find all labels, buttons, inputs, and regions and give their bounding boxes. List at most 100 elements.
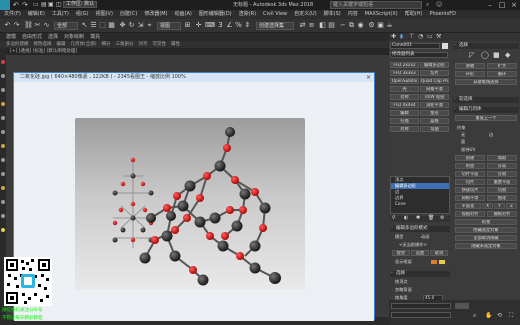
- planar-y-button[interactable]: Y: [494, 203, 505, 209]
- tool-dot-icon[interactable]: [1, 116, 5, 120]
- menu-tools[interactable]: 工具(T): [52, 10, 69, 19]
- rect-select-icon[interactable]: ⬚: [98, 21, 107, 30]
- animation-radio[interactable]: 动画: [421, 234, 429, 240]
- ribbon-tab-modeling[interactable]: 建模: [6, 33, 16, 41]
- attach-button[interactable]: 附加: [455, 163, 485, 169]
- ribbon-geometry-all[interactable]: 几何体(全部): [71, 41, 97, 48]
- modifier-edit-poly-button[interactable]: 编辑多边形: [420, 62, 449, 68]
- align-icon[interactable]: ≡: [307, 21, 316, 30]
- view-align-button[interactable]: 视图对齐: [455, 211, 485, 217]
- tool-dot-icon[interactable]: [1, 60, 5, 64]
- hide-selected-button[interactable]: 隐藏选定对象: [455, 227, 517, 233]
- scene-explorer-icon[interactable]: ▤: [327, 21, 336, 30]
- placement-icon[interactable]: ⌖: [145, 21, 154, 30]
- menu-modifiers[interactable]: 修改器(M): [144, 10, 167, 19]
- collapse-button[interactable]: 塌陷: [487, 155, 517, 161]
- modifier-ffd2-button[interactable]: FFD 2x2x2: [390, 62, 419, 68]
- spinner-snap-icon[interactable]: ⇕: [243, 21, 252, 30]
- menu-views[interactable]: 视图(V): [96, 10, 113, 19]
- stack-item-cone[interactable]: Cone: [391, 201, 449, 207]
- render-icon[interactable]: ☕: [385, 21, 394, 30]
- vertex-mode-icon[interactable]: ∴: [457, 51, 461, 59]
- pan-icon[interactable]: ✋: [485, 312, 492, 319]
- object-name-field[interactable]: Cone001: [390, 43, 440, 49]
- hierarchy-tab-icon[interactable]: ⊤: [409, 33, 414, 40]
- modifier-lattice-button[interactable]: 晶格: [420, 118, 449, 124]
- time-field[interactable]: [391, 312, 451, 318]
- modifier-meshsmooth-button[interactable]: 网格平滑: [420, 86, 449, 92]
- curve-editor-icon[interactable]: ∽: [338, 21, 347, 30]
- percent-snap-icon[interactable]: %: [234, 21, 243, 30]
- menu-graph-editors[interactable]: 图形编辑器(D): [199, 10, 232, 19]
- constraint-edge-radio[interactable]: 边: [489, 132, 493, 138]
- menu-group[interactable]: 组(G): [76, 10, 89, 19]
- show-cage-checkbox[interactable]: 显示框架: [395, 259, 412, 265]
- select-by-name-icon[interactable]: ☰: [89, 21, 98, 30]
- modifier-shell-button[interactable]: 壳: [390, 86, 419, 92]
- constraint-face-radio[interactable]: 面: [461, 139, 465, 145]
- close-icon[interactable]: ×: [366, 73, 371, 82]
- select-object-icon[interactable]: ↖: [80, 21, 89, 30]
- selection-set-field[interactable]: [391, 303, 451, 309]
- modifier-turbosmooth-button[interactable]: 涡轮平滑: [420, 102, 449, 108]
- cancel-button[interactable]: 取消: [430, 250, 448, 256]
- angle-snap-icon[interactable]: ∠: [225, 21, 234, 30]
- border-mode-icon[interactable]: ◯: [481, 51, 489, 59]
- modifier-edit-button[interactable]: 编辑: [390, 110, 419, 116]
- create-button[interactable]: 创建: [455, 155, 485, 161]
- reset-plane-button[interactable]: 重置平面: [487, 179, 517, 185]
- tool-dot-icon[interactable]: [1, 130, 5, 134]
- link-icon[interactable]: ⛓: [24, 21, 33, 30]
- menu-content[interactable]: 内容: [348, 10, 358, 19]
- quickslice-button[interactable]: 快速切片: [455, 187, 485, 193]
- planar-z-button[interactable]: Z: [506, 203, 517, 209]
- grow-button[interactable]: 扩大: [487, 63, 517, 69]
- zoom-icon[interactable]: ⌕: [473, 312, 476, 320]
- keyboard-shortcut-icon[interactable]: ⌨: [205, 21, 215, 30]
- render-frame-icon[interactable]: ▣: [376, 21, 385, 30]
- modifier-uvw-map-button[interactable]: UVW 贴图: [420, 94, 449, 100]
- menu-edit[interactable]: 编辑(E): [28, 10, 45, 19]
- remove-modifier-icon[interactable]: 🗑: [428, 215, 434, 221]
- cage-color-swatch[interactable]: [431, 260, 437, 264]
- utilities-tab-icon[interactable]: ⚒: [436, 33, 441, 40]
- modifier-stack[interactable]: 顶点 编辑多边形 边 边界 Cone: [390, 176, 450, 214]
- pivot-center-icon[interactable]: ⊞: [183, 21, 192, 30]
- key-filter-button[interactable]: [455, 303, 469, 309]
- orbit-icon[interactable]: ⟲: [497, 312, 502, 319]
- open-file-icon[interactable]: ▤: [41, 1, 47, 8]
- material-editor-icon[interactable]: ◉: [356, 21, 365, 30]
- ribbon-visibility[interactable]: 可见性: [153, 41, 167, 48]
- ribbon-edit[interactable]: 编辑: [57, 41, 66, 48]
- tool-dot-icon[interactable]: [1, 172, 5, 176]
- menu-create[interactable]: 创建(C): [120, 10, 137, 19]
- rollout-edit-poly-mode[interactable]: 编辑多边形模式: [390, 226, 450, 232]
- relax-button[interactable]: 松弛: [455, 219, 517, 225]
- pin-stack-icon[interactable]: ⚲: [392, 215, 396, 221]
- split-button[interactable]: 分割: [487, 171, 517, 177]
- viewport-label[interactable]: [+] [透视] [标准] [默认明暗处理]: [6, 48, 395, 55]
- menu-civil-view[interactable]: Civil View: [263, 10, 287, 19]
- named-selection-set-dropdown[interactable]: 创建选择集: [256, 22, 294, 30]
- layer-manager-icon[interactable]: ◧: [318, 21, 327, 30]
- show-end-result-icon[interactable]: ◐: [404, 215, 408, 221]
- search-icon[interactable]: ⌕: [426, 1, 429, 9]
- render-setup-icon[interactable]: ⚙: [367, 21, 376, 30]
- menu-scripting[interactable]: 脚本(S): [324, 10, 341, 19]
- mirror-icon[interactable]: ⇄: [298, 21, 307, 30]
- unhide-all-button[interactable]: 全部取消隐藏: [455, 235, 517, 241]
- modifier-ffd3-button[interactable]: FFD 3x3x3: [390, 70, 419, 76]
- polygon-mode-icon[interactable]: ■: [493, 51, 500, 59]
- modifier-list-dropdown[interactable]: 修改器列表: [390, 52, 448, 58]
- modifier-symmetry2-button[interactable]: 对称: [390, 126, 419, 132]
- save-icon[interactable]: ▣: [48, 1, 54, 8]
- modifier-sweep-button[interactable]: 扫描: [390, 118, 419, 124]
- select-manipulate-icon[interactable]: ✛: [194, 21, 203, 30]
- new-file-icon[interactable]: ▭: [33, 1, 39, 8]
- window-crossing-icon[interactable]: ▦: [107, 21, 116, 30]
- modifier-shape-button[interactable]: 塑形: [420, 110, 449, 116]
- snap-toggle-icon[interactable]: 3: [216, 21, 225, 30]
- create-tab-icon[interactable]: ✚: [391, 33, 396, 40]
- menu-customize[interactable]: 自定义(U): [294, 10, 317, 19]
- ribbon-tab-populate[interactable]: 填充: [90, 33, 100, 41]
